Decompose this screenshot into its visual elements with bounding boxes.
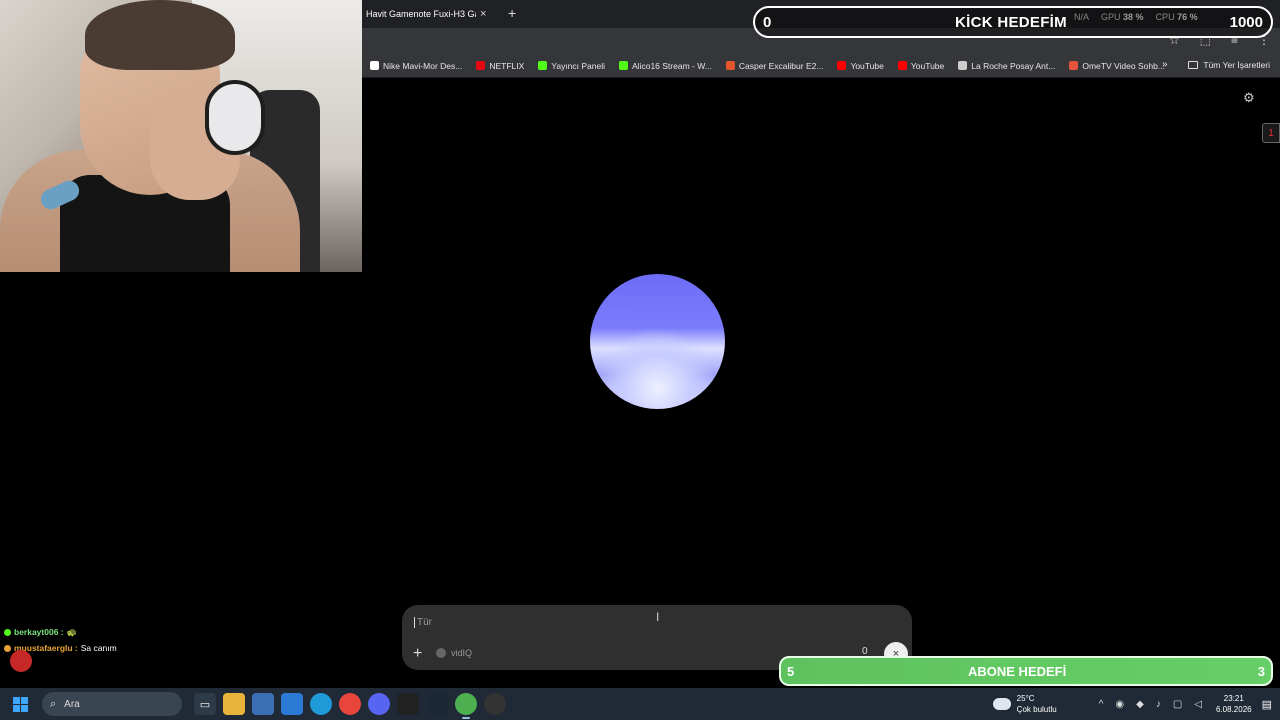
bookmark-item[interactable]: YouTube [897,60,945,71]
sub-goal-start: 5 [787,664,795,679]
windows-taskbar: ⌕ Ara ▭ 25°C Çok bulutlu ^ ◉ ◆ ♪ ▢ ◁ 23:… [0,688,1280,720]
mail-icon[interactable] [281,693,303,715]
bookmark-item[interactable]: Nike Mavi-Mor Des... [370,61,462,71]
clock-date: 6.08.2026 [1216,705,1252,714]
task-view-icon[interactable]: ▭ [194,693,216,715]
chat-message: berkayt006 : 🐢 [4,624,117,640]
file-explorer-icon[interactable] [223,693,245,715]
shield-icon[interactable]: ◆ [1136,699,1144,710]
volume-icon[interactable]: ◁ [1194,699,1202,710]
sub-goal-end: 3 [1257,664,1265,679]
kick-icon [619,61,629,70]
chrome-icon[interactable] [339,693,361,715]
sub-goal-label: ABONE HEDEFİ [968,664,1067,679]
prompt-input[interactable]: Tür [414,617,432,628]
bookmark-item[interactable]: YouTube [837,60,884,71]
bookmark-favicon [370,61,379,70]
bookmark-item[interactable]: Yayıncı Paneli [538,61,605,71]
bookmark-label: OmeTV Video Sohb... [1082,60,1165,71]
bookmark-item[interactable]: Alico16 Stream - W... [619,61,712,71]
bookmark-item[interactable]: OmeTV Video Sohb... [1069,61,1165,71]
bookmark-label: Casper Excalibur E2... [738,60,824,71]
vidiq-label: vidIQ [451,648,473,658]
bookmark-item[interactable]: NETFLIX [476,61,524,71]
subscriber-goal-bar: 5 ABONE HEDEFİ 3 [779,656,1273,686]
add-attachment-icon[interactable]: + [413,645,422,663]
user-badge-icon [4,628,11,636]
weather-widget[interactable]: 25°C Çok bulutlu [992,693,1057,715]
system-tray: 25°C Çok bulutlu ^ ◉ ◆ ♪ ▢ ◁ 23:21 6.08.… [992,688,1280,720]
cloud-icon [992,698,1011,710]
edge-icon[interactable] [310,693,332,715]
headset [205,80,265,155]
kick-goal-bar: 0 KİCK HEDEFİM 1000 [753,6,1273,38]
steam-icon[interactable] [426,693,448,715]
bookmark-item[interactable]: Casper Excalibur E2... [725,60,824,71]
text-cursor-icon: I [656,610,660,624]
tab-title: Havit Gamenote Fuxi-H3 Gamin [366,9,476,19]
discord-icon[interactable] [368,693,390,715]
taskbar-search[interactable]: ⌕ Ara [42,692,182,716]
bookmark-label: Alico16 Stream - W... [632,60,712,71]
bookmark-label: YouTube [910,60,945,71]
vidiq-icon [436,648,446,658]
bookmark-item[interactable]: La Roche Posay Ant... [958,61,1055,71]
media-app-icon[interactable] [397,693,419,715]
cross-icon [958,61,968,70]
weather-temp: 25°C [1016,694,1035,703]
obs-icon[interactable] [484,693,506,715]
netflix-icon [476,61,486,70]
bookmark-label: La Roche Posay Ant... [971,60,1056,71]
clock-time: 23:21 [1223,694,1244,703]
bookmark-label: Yayıncı Paneli [551,60,606,71]
streamer-logo [10,649,200,673]
windows-logo-icon [12,696,28,712]
kick-goal-start: 0 [763,14,772,31]
tab-close-icon[interactable]: × [480,8,486,20]
start-button[interactable] [0,688,40,720]
folder-icon [1188,61,1199,69]
hb-icon [725,61,735,70]
bookmarks-more-icon[interactable]: » [1162,59,1168,70]
youtube-icon [897,61,907,70]
youtube-icon [837,61,847,70]
chat-username: berkayt006 : [14,627,64,637]
logo-mark-icon [10,650,32,672]
ometv-icon [1069,61,1079,70]
bookmarks-bar: Nike Mavi-Mor Des... NETFLIX Yayıncı Pan… [362,54,1280,78]
search-icon: ⌕ [50,697,57,710]
taskbar-clock[interactable]: 23:21 6.08.2026 [1216,693,1252,715]
browser-tab[interactable]: Havit Gamenote Fuxi-H3 Gamin × [362,0,498,28]
taskbar-apps: ▭ [194,693,506,719]
voice-orb[interactable] [590,274,725,409]
bookmark-label: Nike Mavi-Mor Des... [383,60,463,71]
network-icon[interactable]: ◉ [1115,699,1124,710]
chat-text: 🐢 [66,626,78,637]
webcam-overlay [0,0,362,272]
streamer-hair [85,0,235,70]
kick-goal-label: KİCK HEDEFİM [955,14,1067,31]
notification-icon[interactable]: ▤ [1262,698,1272,711]
chevron-up-icon[interactable]: ^ [1099,699,1104,710]
kick-goal-end: 1000 [1229,14,1263,31]
all-bookmarks-label: Tüm Yer İşaretleri [1203,60,1270,70]
new-tab-button[interactable]: + [508,5,516,21]
side-panel-badge[interactable]: 1 [1262,123,1280,143]
all-bookmarks-folder[interactable]: Tüm Yer İşaretleri [1188,60,1270,70]
display-icon[interactable]: ▢ [1173,699,1182,710]
weather-desc: Çok bulutlu [1016,705,1057,714]
chrome-active-icon[interactable] [455,693,477,719]
store-icon[interactable] [252,693,274,715]
search-placeholder: Ara [64,698,80,710]
kick-icon [538,61,548,70]
mic-icon[interactable]: ♪ [1156,699,1161,710]
settings-sliders-icon[interactable]: ⚙ [1243,90,1255,106]
bookmark-label: YouTube [850,60,884,71]
bookmark-label: NETFLIX [489,60,525,71]
vidiq-button[interactable]: vidIQ [436,648,472,658]
